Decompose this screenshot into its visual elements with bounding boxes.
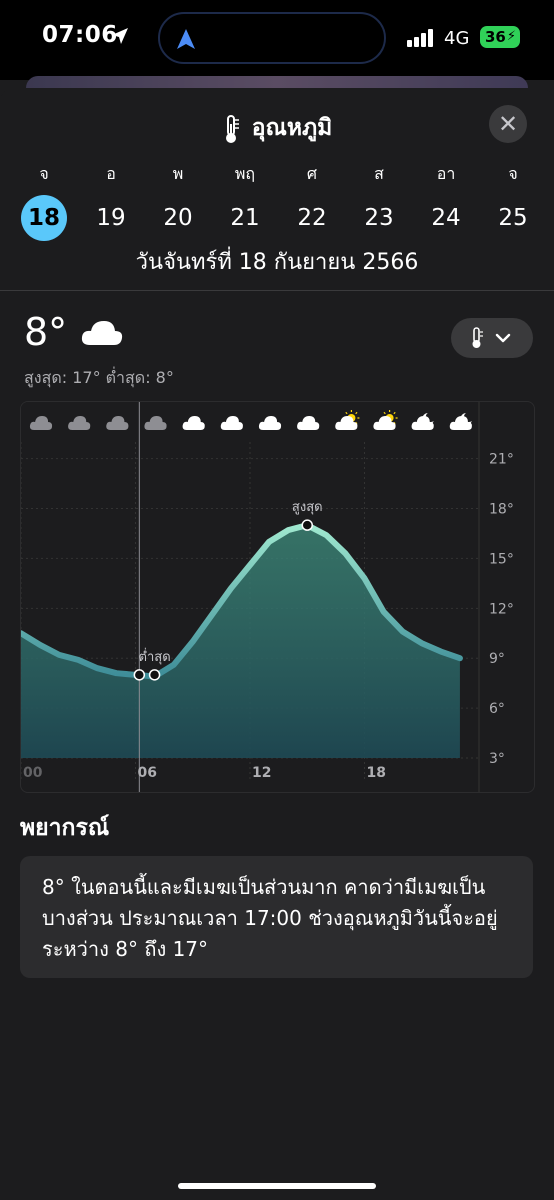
day-number: 21	[230, 205, 260, 231]
annotation-label: ต่ำสุด	[139, 648, 171, 665]
day-of-week: จ	[39, 164, 49, 183]
y-tick-label: 15°	[489, 551, 514, 567]
high-low-temperature: สูงสุด: 17° ต่ำสุด: 8°	[24, 368, 174, 387]
day-of-week: พฤ	[234, 164, 256, 183]
charging-bolt-icon: ⚡	[506, 29, 516, 44]
sheet-title-text: อุณหภูมิ	[251, 115, 333, 141]
hourly-icon-strip	[21, 402, 479, 442]
temperature-chart-svg: สูงสุดต่ำสุด 21° 18° 15° 12° 9° 6° 3° 00 06 12 18	[21, 402, 514, 792]
forecast-card: 8° ในตอนนี้และมีเมฆเป็นส่วนมาก คาดว่ามีเ…	[20, 856, 533, 978]
day-of-week: ศ	[306, 164, 318, 183]
dynamic-island[interactable]	[158, 12, 386, 64]
current-point	[133, 669, 146, 681]
forecast-title: พยากรณ์	[20, 815, 110, 841]
divider	[0, 290, 554, 291]
battery-indicator: 36 ⚡	[480, 26, 520, 48]
location-arrow-icon	[112, 28, 128, 44]
forecast-text: 8° ในตอนนี้และมีเมฆเป็นส่วนมาก คาดว่ามีเ…	[42, 875, 498, 961]
selected-date: วันจันทร์ที่ 18 กันยายน 2566	[135, 250, 419, 275]
y-tick-label: 21°	[489, 452, 514, 468]
navigation-arrow-icon	[177, 29, 195, 49]
sheet-title: อุณหภูมิ	[0, 110, 554, 146]
day-number: 22	[297, 205, 327, 231]
y-tick-label: 12°	[489, 601, 514, 617]
x-tick-label: 18	[367, 765, 386, 781]
temperature-chart[interactable]: สูงสุดต่ำสุด 21° 18° 15° 12° 9° 6° 3° 00 06 12 18	[20, 401, 535, 793]
day-of-week: อา	[436, 164, 456, 183]
day-of-week: ส	[374, 164, 384, 183]
current-temperature: 8°	[24, 310, 68, 354]
day-selector: จ 18 อ 19 พ 20 พฤ 21 ศ 22 ส 23 อา 24 จ 2	[0, 162, 554, 242]
thermometer-icon	[225, 114, 239, 143]
annotation-point	[148, 669, 161, 681]
cloud-icon	[81, 321, 123, 345]
day-number: 24	[431, 205, 461, 231]
day-number: 19	[96, 205, 126, 231]
temperature-sheet: อุณหภูมิ ✕ จ 18 อ 19 พ 20 พฤ 21 ศ 22 ส 2…	[0, 88, 554, 1200]
annotation-label: สูงสุด	[292, 500, 323, 515]
network-type-label: 4G	[444, 28, 470, 49]
day-number: 23	[364, 205, 394, 231]
day-number: 25	[498, 205, 528, 231]
day-item[interactable]: จ 25	[483, 162, 543, 240]
y-tick-label: 9°	[489, 651, 505, 667]
status-time: 07:06	[42, 22, 118, 48]
x-tick-label: 00	[23, 765, 43, 781]
temperature-area	[21, 525, 460, 758]
y-tick-label: 6°	[489, 701, 505, 717]
y-tick-label: 3°	[489, 751, 505, 767]
battery-level: 36	[485, 28, 506, 46]
day-number: 20	[163, 205, 193, 231]
day-item[interactable]: ศ 22	[282, 162, 342, 240]
day-item[interactable]: ส 23	[349, 162, 409, 240]
day-item[interactable]: อา 24	[416, 162, 476, 240]
day-item[interactable]: พ 20	[148, 162, 208, 240]
day-item[interactable]: อ 19	[81, 162, 141, 240]
day-of-week: จ	[508, 164, 518, 183]
day-of-week: อ	[106, 164, 116, 183]
day-number: 18	[21, 195, 67, 241]
status-bar: 07:06 4G 36 ⚡	[0, 0, 554, 80]
day-of-week: พ	[172, 164, 184, 183]
y-tick-label: 18°	[489, 502, 514, 518]
x-tick-label: 06	[138, 765, 157, 781]
home-indicator[interactable]	[178, 1183, 376, 1189]
day-item[interactable]: พฤ 21	[215, 162, 275, 240]
thermometer-icon	[472, 327, 483, 348]
annotation-point	[301, 519, 313, 531]
chevron-down-icon	[495, 333, 511, 343]
close-button[interactable]: ✕	[489, 105, 527, 143]
close-icon: ✕	[497, 110, 519, 138]
temperature-unit-menu-button[interactable]	[451, 318, 533, 358]
x-tick-label: 12	[252, 765, 271, 781]
signal-strength-icon	[407, 29, 433, 47]
day-item[interactable]: จ 18	[14, 162, 74, 241]
